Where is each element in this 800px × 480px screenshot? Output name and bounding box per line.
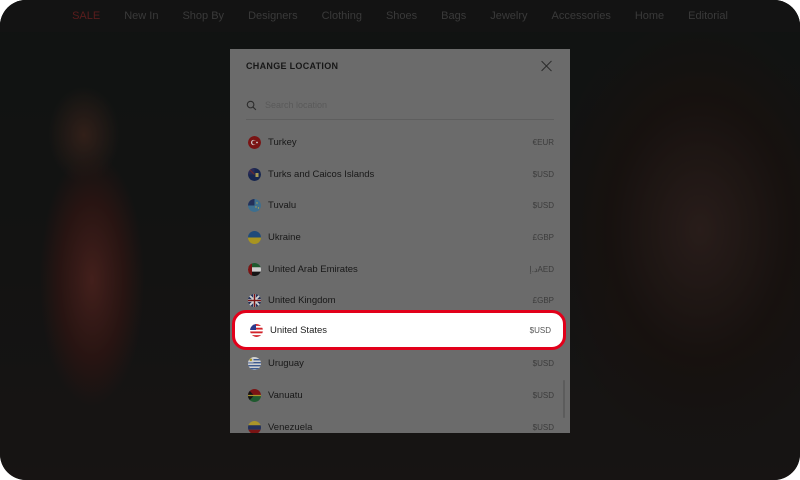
country-name: Uruguay	[268, 358, 304, 370]
country-name: Turks and Caicos Islands	[268, 168, 375, 180]
nav-item-new-in[interactable]: New In	[124, 10, 158, 22]
country-row-united-arab-emirates[interactable]: United Arab Emirates د.إAED	[230, 253, 570, 285]
nav-item-shoes[interactable]: Shoes	[386, 10, 417, 22]
currency-label: $USD	[532, 169, 554, 179]
app-frame: SALE New In Shop By Designers Clothing S…	[0, 0, 800, 480]
turkey-flag-icon	[248, 136, 261, 150]
uruguay-flag-icon	[248, 357, 261, 371]
nav-item-shop-by[interactable]: Shop By	[182, 10, 224, 22]
currency-label: $USD	[532, 359, 554, 369]
top-navigation: SALE New In Shop By Designers Clothing S…	[0, 0, 800, 32]
currency-label: €EUR	[532, 138, 554, 148]
country-name: Venezuela	[268, 421, 313, 433]
country-row-vanuatu[interactable]: Vanuatu $USD	[230, 380, 570, 412]
country-name: Ukraine	[268, 232, 301, 244]
currency-label: د.إAED	[529, 264, 554, 274]
country-row-turks-and-caicos[interactable]: Turks and Caicos Islands $USD	[230, 159, 570, 191]
vanuatu-flag-icon	[248, 389, 261, 403]
tuvalu-flag-icon	[248, 199, 261, 213]
nav-item-editorial[interactable]: Editorial	[688, 10, 728, 22]
us-flag-icon	[250, 323, 263, 337]
modal-header: CHANGE LOCATION	[230, 49, 570, 83]
nav-item-sale[interactable]: SALE	[72, 10, 100, 22]
ukraine-flag-icon	[248, 231, 261, 245]
country-row-tuvalu[interactable]: Tuvalu $USD	[230, 190, 570, 222]
nav-item-bags[interactable]: Bags	[441, 10, 466, 22]
nav-item-jewelry[interactable]: Jewelry	[490, 10, 527, 22]
currency-label: $USD	[532, 422, 554, 432]
country-name: Tuvalu	[268, 200, 297, 212]
nav-item-accessories[interactable]: Accessories	[552, 10, 611, 22]
currency-label: $USD	[532, 201, 554, 211]
search-input[interactable]	[263, 99, 527, 111]
nav-item-designers[interactable]: Designers	[248, 10, 298, 22]
country-name: Turkey	[268, 137, 297, 149]
search-bar	[246, 91, 554, 120]
country-row-uruguay[interactable]: Uruguay $USD	[230, 348, 570, 380]
country-name: United Arab Emirates	[268, 263, 358, 275]
country-row-united-states[interactable]: United States $USD	[232, 310, 566, 350]
currency-label: $USD	[529, 325, 551, 335]
close-icon[interactable]	[540, 59, 554, 73]
country-name: United Kingdom	[268, 295, 336, 307]
country-list: Turkey €EUR Turks and Caicos Islands $US…	[230, 127, 570, 433]
search-icon	[246, 100, 257, 110]
country-row-venezuela[interactable]: Venezuela $USD	[230, 411, 570, 433]
country-name: United States	[270, 324, 328, 336]
currency-label: £GBP	[532, 233, 554, 243]
nav-item-clothing[interactable]: Clothing	[322, 10, 362, 22]
nav-item-home[interactable]: Home	[635, 10, 664, 22]
modal-title: CHANGE LOCATION	[246, 61, 339, 71]
country-row-turkey[interactable]: Turkey €EUR	[230, 127, 570, 159]
currency-label: £GBP	[532, 296, 554, 306]
uk-flag-icon	[248, 294, 261, 308]
turks-and-caicos-flag-icon	[248, 167, 261, 181]
country-row-ukraine[interactable]: Ukraine £GBP	[230, 222, 570, 254]
venezuela-flag-icon	[248, 420, 261, 433]
list-scrollbar[interactable]	[563, 380, 565, 418]
change-location-modal: CHANGE LOCATION Turkey €EUR	[230, 49, 570, 433]
currency-label: $USD	[532, 391, 554, 401]
uae-flag-icon	[248, 262, 261, 276]
country-name: Vanuatu	[268, 390, 303, 402]
